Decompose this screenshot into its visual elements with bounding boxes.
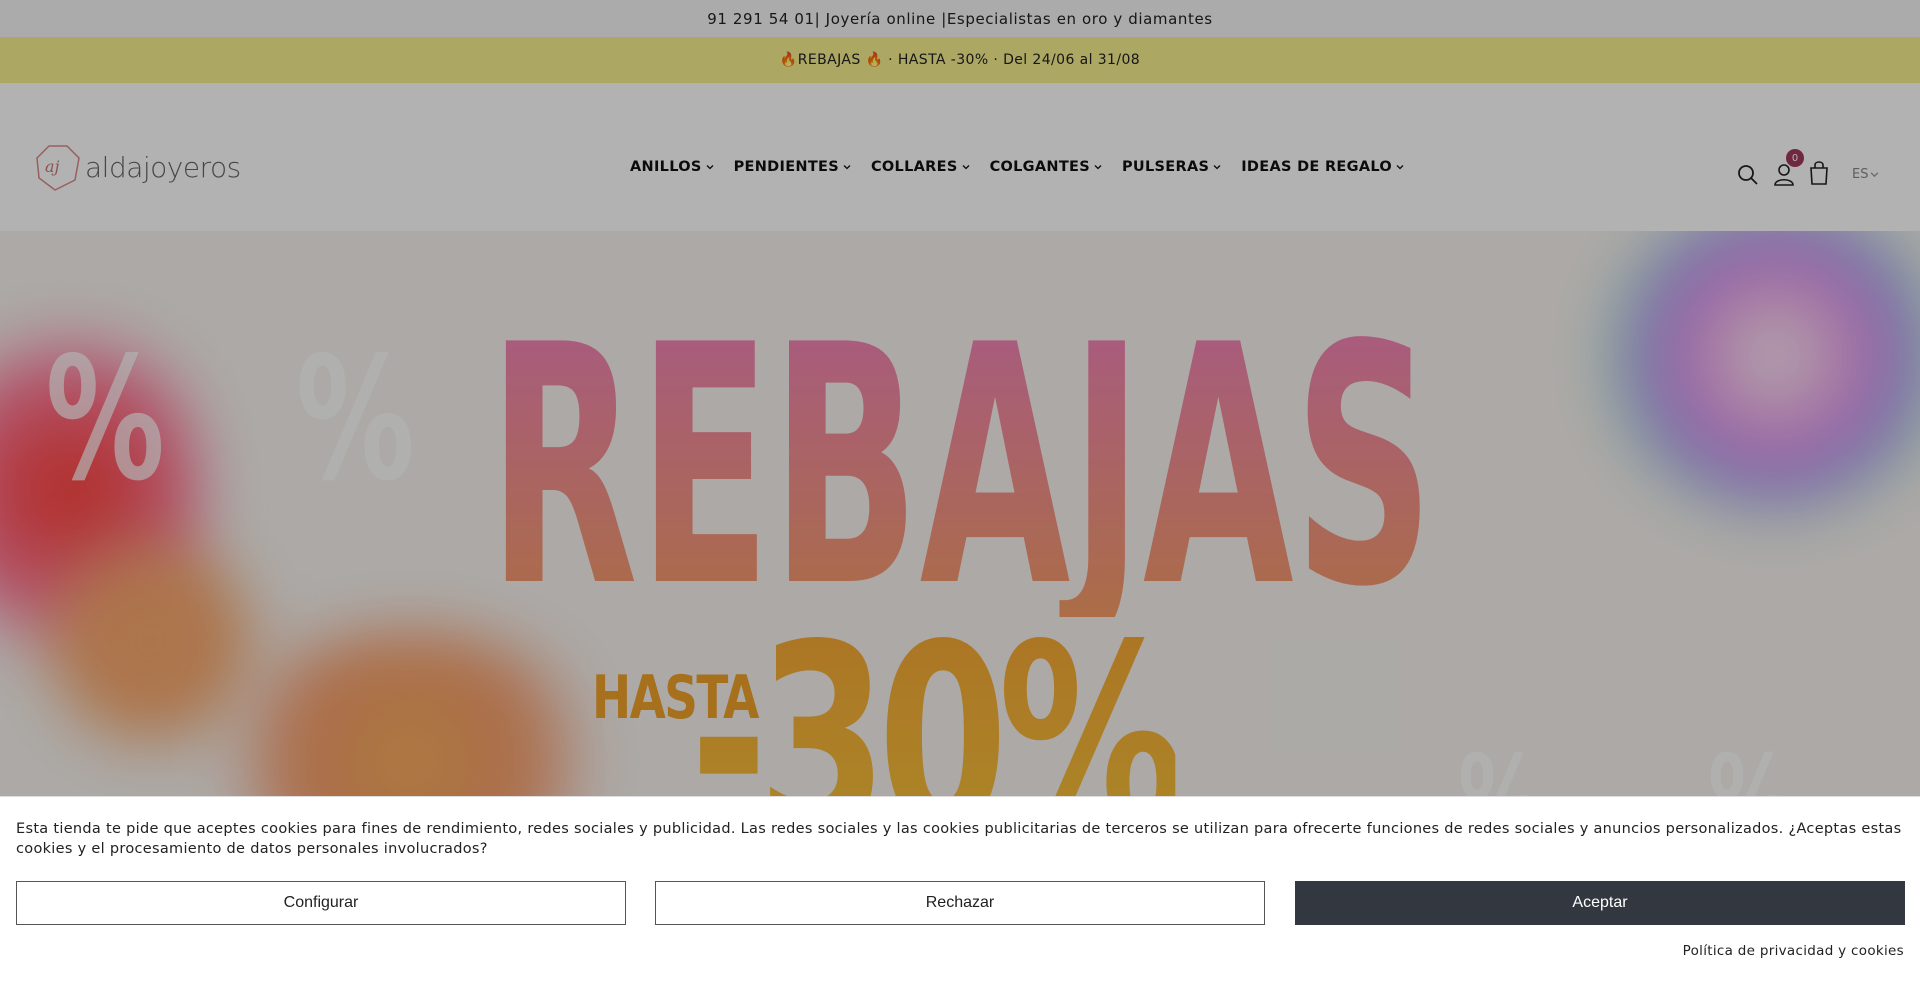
- chevron-down-icon: [1871, 172, 1879, 178]
- top-info-text: 91 291 54 01| Joyería online |Especialis…: [707, 9, 1213, 28]
- chevron-down-icon: [706, 165, 714, 170]
- cookie-message: Esta tienda te pide que aceptes cookies …: [16, 821, 1902, 857]
- nav-item-ideas-de-regalo[interactable]: IDEAS DE REGALO: [1241, 159, 1404, 175]
- decorative-percent: %: [1708, 731, 1793, 803]
- nav-item-pulseras[interactable]: PULSERAS: [1122, 159, 1221, 175]
- language-label: ES: [1852, 167, 1869, 182]
- nav-item-collares[interactable]: COLLARES: [871, 159, 970, 175]
- hero-title-text: REBAJAS: [488, 327, 1434, 617]
- reject-label: Rechazar: [925, 894, 995, 911]
- site-header: aj aldajoyeros ANILLOS PENDIENTES COLLAR…: [0, 83, 1920, 231]
- chevron-down-icon: [1094, 165, 1102, 170]
- logo-text: aldajoyeros: [85, 150, 241, 184]
- hero-title: REBAJAS: [488, 327, 1434, 617]
- accept-label: Aceptar: [1572, 894, 1628, 911]
- chevron-down-icon: [843, 165, 851, 170]
- promo-text: 🔥REBAJAS 🔥 · HASTA -30% · Del 24/06 al 3…: [779, 52, 1141, 68]
- cart-count: 0: [1791, 152, 1799, 164]
- decorative-percent: %: [45, 321, 165, 519]
- reject-button[interactable]: Rechazar: [655, 881, 1265, 925]
- nav-item-colgantes[interactable]: COLGANTES: [990, 159, 1102, 175]
- chevron-down-icon: [1213, 165, 1221, 170]
- configure-label: Configurar: [283, 894, 359, 911]
- language-selector[interactable]: ES: [1852, 167, 1879, 182]
- nav-label: COLGANTES: [989, 159, 1090, 175]
- logo-mark-icon: aj: [36, 145, 80, 191]
- nav-label: ANILLOS: [630, 159, 702, 175]
- nav-item-anillos[interactable]: ANILLOS: [630, 159, 714, 175]
- configure-button[interactable]: Configurar: [16, 881, 626, 925]
- nav-item-pendientes[interactable]: PENDIENTES: [734, 159, 851, 175]
- svg-text:aj: aj: [45, 157, 60, 176]
- search-icon[interactable]: [1737, 164, 1759, 186]
- cookie-banner: Esta tienda te pide que aceptes cookies …: [0, 796, 1920, 993]
- decorative-percent: %: [295, 321, 415, 519]
- hero-discount: -30%: [690, 611, 1186, 803]
- decorative-percent: %: [1458, 731, 1543, 803]
- top-info-bar: 91 291 54 01| Joyería online |Especialis…: [0, 0, 1920, 37]
- nav-label: PENDIENTES: [733, 159, 839, 175]
- cart-icon[interactable]: [1808, 160, 1830, 186]
- nav-label: PULSERAS: [1121, 159, 1210, 175]
- main-nav: ANILLOS PENDIENTES COLLARES COLGANTES PU…: [630, 159, 1424, 175]
- chevron-down-icon: [962, 165, 970, 170]
- promo-bar[interactable]: 🔥REBAJAS 🔥 · HASTA -30% · Del 24/06 al 3…: [0, 37, 1920, 83]
- decorative-blob: [200, 631, 620, 803]
- decorative-blob: [1610, 231, 1920, 511]
- accept-button[interactable]: Aceptar: [1295, 881, 1905, 925]
- chevron-down-icon: [1396, 165, 1404, 170]
- privacy-policy-link[interactable]: Política de privacidad y cookies: [1683, 943, 1904, 959]
- hero-banner[interactable]: % % % % REBAJAS HASTA -30%: [0, 231, 1920, 803]
- nav-label: COLLARES: [870, 159, 958, 175]
- logo[interactable]: aj aldajoyeros: [31, 142, 241, 192]
- cart-count-badge: 0: [1786, 149, 1804, 167]
- nav-label: IDEAS DE REGALO: [1241, 159, 1393, 175]
